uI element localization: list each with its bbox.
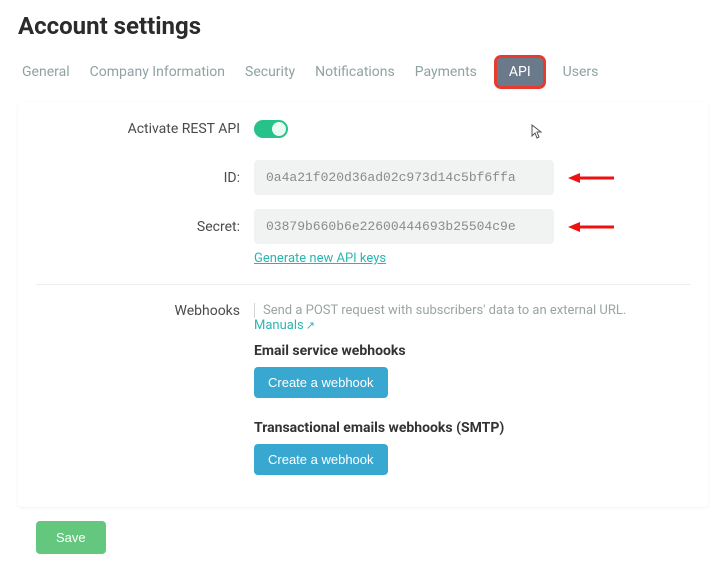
arrow-icon: [568, 171, 614, 185]
id-label: ID:: [36, 170, 254, 186]
tabs: General Company Information Security Not…: [18, 58, 708, 102]
email-webhooks-title: Email service webhooks: [254, 343, 690, 359]
save-button[interactable]: Save: [36, 521, 106, 554]
activate-api-toggle[interactable]: [254, 120, 288, 138]
divider: [36, 284, 690, 285]
create-transactional-webhook-button[interactable]: Create a webhook: [254, 444, 388, 475]
id-field[interactable]: [254, 160, 554, 195]
external-link-icon: ↗: [306, 319, 315, 332]
tab-general[interactable]: General: [22, 64, 70, 80]
manuals-link[interactable]: Manuals↗: [254, 318, 315, 333]
toggle-knob: [272, 122, 286, 136]
tab-notifications[interactable]: Notifications: [315, 64, 395, 80]
create-email-webhook-button[interactable]: Create a webhook: [254, 367, 388, 398]
tab-users[interactable]: Users: [563, 64, 599, 80]
arrow-icon: [568, 220, 614, 234]
secret-label: Secret:: [36, 219, 254, 235]
generate-keys-link[interactable]: Generate new API keys: [254, 251, 386, 266]
tab-security[interactable]: Security: [245, 64, 295, 80]
activate-api-label: Activate REST API: [36, 121, 254, 137]
tab-api[interactable]: API: [497, 58, 543, 86]
webhooks-description: Send a POST request with subscribers' da…: [263, 303, 626, 318]
tab-company-information[interactable]: Company Information: [90, 64, 225, 80]
page-title: Account settings: [18, 12, 708, 40]
webhooks-heading: Webhooks: [36, 303, 254, 319]
transactional-webhooks-title: Transactional emails webhooks (SMTP): [254, 420, 690, 436]
tab-payments[interactable]: Payments: [415, 64, 477, 80]
api-panel: Activate REST API ID: Secret:: [18, 102, 708, 507]
secret-field[interactable]: [254, 209, 554, 244]
